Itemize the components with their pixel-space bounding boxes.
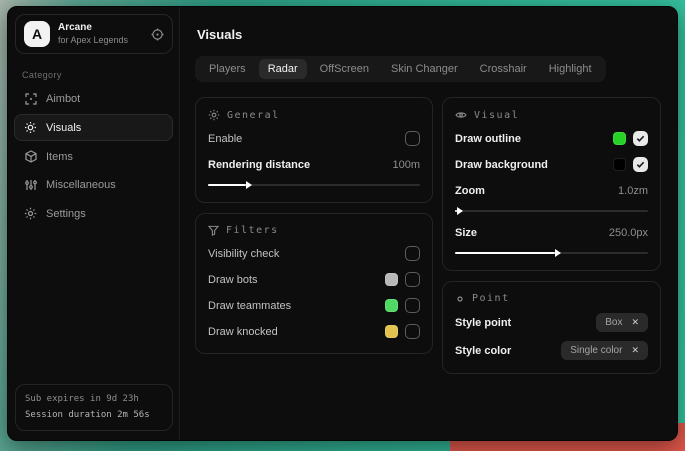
style-point-select[interactable]: Box ✕ (596, 313, 648, 332)
draw-bots-checkbox[interactable] (405, 272, 420, 287)
remove-icon[interactable]: ✕ (631, 345, 639, 356)
tab-radar[interactable]: Radar (259, 59, 307, 79)
target-icon[interactable] (151, 28, 164, 41)
app-title: Arcane (58, 22, 143, 35)
sidebar: A Arcane for Apex Legends Category (8, 7, 180, 440)
style-color-select[interactable]: Single color ✕ (561, 341, 648, 360)
filters-section-title: Filters (226, 225, 279, 236)
tab-skin-changer[interactable]: Skin Changer (382, 59, 467, 79)
session-duration-text: Session duration 2m 56s (25, 408, 163, 423)
gear-icon (208, 109, 220, 121)
crosshair-icon (24, 93, 37, 105)
app-subtitle: for Apex Legends (58, 35, 143, 46)
draw-knocked-color-swatch[interactable] (385, 325, 398, 338)
zoom-label: Zoom (455, 185, 485, 197)
general-section-title: General (227, 110, 280, 121)
sidebar-item-label: Miscellaneous (46, 179, 116, 191)
draw-bots-color-swatch[interactable] (385, 273, 398, 286)
draw-knocked-checkbox[interactable] (405, 324, 420, 339)
style-color-tag: Single color (570, 345, 622, 356)
visuals-tabbar: Players Radar OffScreen Skin Changer Cro… (195, 56, 606, 82)
page-title: Visuals (197, 27, 661, 42)
draw-bots-label: Draw bots (208, 274, 258, 286)
visibility-check-label: Visibility check (208, 248, 279, 260)
style-point-tag: Box (605, 317, 622, 328)
arcane-window: A Arcane for Apex Legends Category (7, 6, 678, 441)
funnel-icon (208, 225, 219, 236)
app-header: A Arcane for Apex Legends (15, 14, 173, 54)
app-logo: A (24, 21, 50, 47)
sidebar-item-miscellaneous[interactable]: Miscellaneous (14, 172, 173, 198)
style-point-label: Style point (455, 317, 511, 329)
general-card: General Enable Rendering distance 100m (195, 97, 433, 203)
sidebar-item-aimbot[interactable]: Aimbot (14, 86, 173, 112)
point-card: Point Style point Box ✕ Style color Sing… (442, 281, 661, 374)
draw-outline-color-swatch[interactable] (613, 132, 626, 145)
tab-highlight[interactable]: Highlight (540, 59, 601, 79)
zoom-slider[interactable] (455, 206, 648, 215)
draw-outline-label: Draw outline (455, 133, 521, 145)
filters-card: Filters Visibility check Draw bots (195, 213, 433, 354)
eye-icon (24, 121, 37, 134)
draw-teammates-label: Draw teammates (208, 300, 291, 312)
tab-offscreen[interactable]: OffScreen (311, 59, 378, 79)
draw-outline-checkbox[interactable] (633, 131, 648, 146)
visual-section-title: Visual (474, 110, 519, 121)
size-label: Size (455, 227, 477, 239)
sidebar-item-settings[interactable]: Settings (14, 200, 173, 227)
rendering-distance-label: Rendering distance (208, 159, 310, 171)
main-panel: Visuals Players Radar OffScreen Skin Cha… (180, 7, 677, 440)
slider-thumb[interactable] (246, 181, 252, 189)
draw-background-color-swatch[interactable] (613, 158, 626, 171)
category-label: Category (22, 70, 179, 80)
draw-knocked-label: Draw knocked (208, 326, 278, 338)
sidebar-item-label: Visuals (46, 122, 81, 134)
point-section-title: Point (472, 293, 510, 304)
sidebar-item-items[interactable]: Items (14, 143, 173, 170)
subscription-info: Sub expires in 9d 23h Session duration 2… (15, 384, 173, 431)
slider-thumb[interactable] (555, 249, 561, 257)
enable-label: Enable (208, 133, 242, 145)
draw-background-checkbox[interactable] (633, 157, 648, 172)
enable-checkbox[interactable] (405, 131, 420, 146)
rendering-distance-value: 100m (392, 159, 420, 171)
zoom-value: 1.0zm (618, 185, 648, 197)
sidebar-item-visuals[interactable]: Visuals (14, 114, 173, 141)
tab-crosshair[interactable]: Crosshair (471, 59, 536, 79)
visibility-check-checkbox[interactable] (405, 246, 420, 261)
draw-teammates-color-swatch[interactable] (385, 299, 398, 312)
sub-expiry-text: Sub expires in 9d 23h (25, 392, 163, 407)
gear-icon (24, 207, 37, 220)
visual-card: Visual Draw outline Draw background (442, 97, 661, 271)
dot-icon (455, 294, 465, 304)
sliders-icon (24, 179, 37, 191)
style-color-label: Style color (455, 345, 511, 357)
sidebar-item-label: Aimbot (46, 93, 80, 105)
tab-players[interactable]: Players (200, 59, 255, 79)
sidebar-item-label: Items (46, 151, 73, 163)
size-slider[interactable] (455, 248, 648, 257)
sidebar-item-label: Settings (46, 208, 86, 220)
size-value: 250.0px (609, 227, 648, 239)
remove-icon[interactable]: ✕ (631, 317, 639, 328)
rendering-distance-slider[interactable] (208, 180, 420, 189)
sidebar-nav: Aimbot Visuals Items (8, 86, 179, 227)
slider-thumb[interactable] (457, 207, 463, 215)
cube-icon (24, 150, 37, 163)
eye-icon (455, 109, 467, 121)
draw-background-label: Draw background (455, 159, 548, 171)
draw-teammates-checkbox[interactable] (405, 298, 420, 313)
